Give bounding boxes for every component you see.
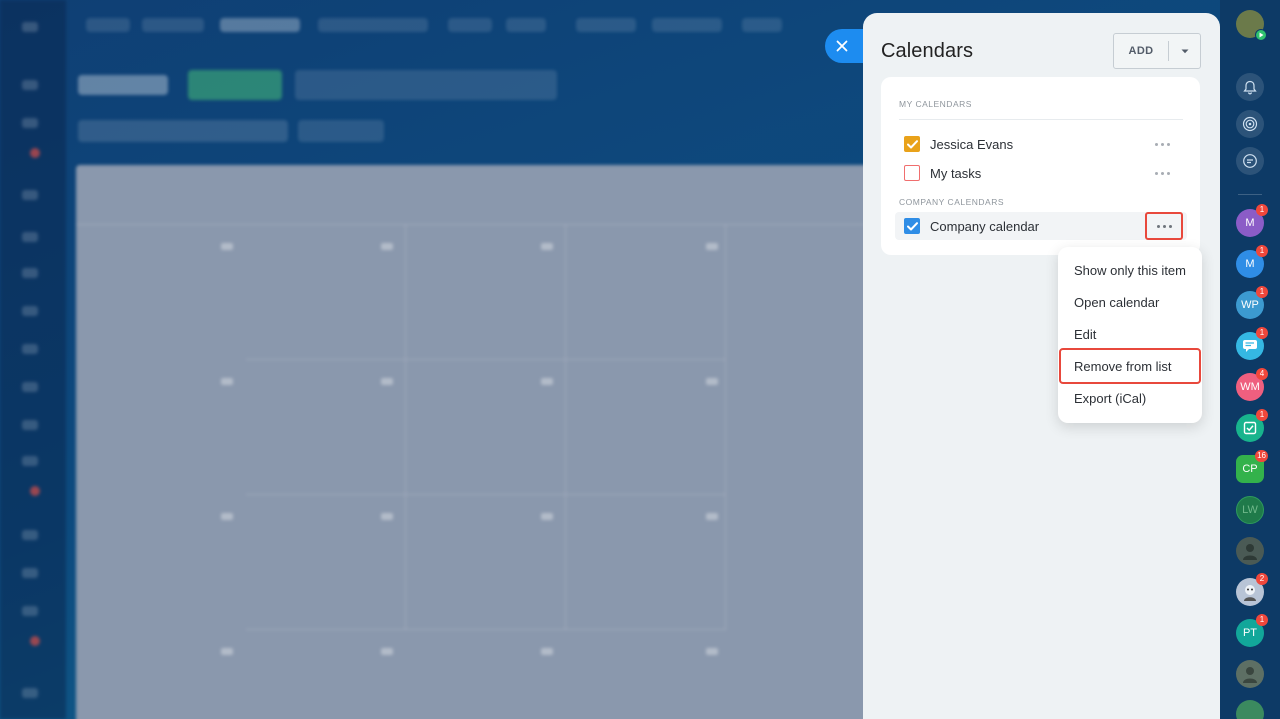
right-rail: M1 M1 WP 1 1 WM 4 1 CP 16 LW 2 PT 1 bbox=[1220, 0, 1280, 719]
contact-photo-avatar[interactable] bbox=[1236, 660, 1264, 688]
panel-title: Calendars bbox=[881, 40, 974, 62]
play-icon bbox=[1255, 29, 1267, 41]
calendars-list-card: MY CALENDARS Jessica Evans My tasks COMP… bbox=[881, 77, 1200, 255]
calendar-row-my-tasks[interactable]: My tasks bbox=[895, 159, 1187, 187]
checkbox-unchecked[interactable] bbox=[904, 165, 920, 181]
contact-avatar-partial[interactable] bbox=[1236, 700, 1264, 719]
background-sync-indicator bbox=[298, 120, 384, 142]
background-view-switcher bbox=[78, 120, 288, 142]
contact-avatar[interactable]: LW bbox=[1236, 496, 1264, 524]
user-photo-icon bbox=[1243, 667, 1257, 683]
checkbox-checked[interactable] bbox=[904, 136, 920, 152]
menu-item-show-only[interactable]: Show only this item bbox=[1074, 263, 1186, 278]
unread-badge: 1 bbox=[1256, 286, 1268, 298]
more-dots-icon bbox=[1154, 142, 1170, 146]
unread-badge: 1 bbox=[1256, 245, 1268, 257]
calendar-row-company-calendar[interactable]: Company calendar bbox=[895, 212, 1187, 240]
section-label-my-calendars: MY CALENDARS bbox=[899, 99, 972, 109]
checkmark-icon bbox=[906, 221, 918, 230]
more-options-button[interactable] bbox=[1145, 160, 1179, 186]
more-options-button[interactable] bbox=[1145, 131, 1179, 157]
unread-badge: 1 bbox=[1256, 327, 1268, 339]
user-avatar[interactable] bbox=[1236, 10, 1267, 41]
rail-divider bbox=[1238, 194, 1262, 195]
checkbox-checked[interactable] bbox=[904, 218, 920, 234]
background-calendar-grid bbox=[76, 165, 876, 719]
contact-avatar[interactable]: M1 bbox=[1236, 245, 1268, 278]
more-options-button-active[interactable] bbox=[1145, 212, 1183, 240]
add-button[interactable]: ADD bbox=[1114, 34, 1168, 68]
user-photo-icon bbox=[1244, 585, 1256, 601]
unread-badge: 2 bbox=[1256, 573, 1268, 585]
task-chat-avatar[interactable]: 1 bbox=[1236, 409, 1268, 442]
background-left-sidebar bbox=[0, 0, 66, 719]
calendar-row-jessica-evans[interactable]: Jessica Evans bbox=[895, 130, 1187, 158]
section-label-company-calendars: COMPANY CALENDARS bbox=[899, 197, 1005, 207]
contact-photo-avatar[interactable] bbox=[1236, 537, 1264, 565]
more-dots-icon bbox=[1154, 171, 1170, 175]
calendar-label: Company calendar bbox=[930, 218, 1040, 234]
section-divider bbox=[899, 119, 1183, 120]
background-page-title bbox=[78, 75, 168, 95]
calendar-context-menu: Show only this item Open calendar Edit R… bbox=[1058, 247, 1202, 423]
group-chat-avatar[interactable]: 1 bbox=[1236, 327, 1268, 360]
contact-avatar[interactable]: WM 4 bbox=[1236, 368, 1268, 401]
chat-icon bbox=[1243, 340, 1257, 352]
background-create-button bbox=[188, 70, 282, 100]
contact-avatar[interactable]: WP 1 bbox=[1236, 286, 1268, 319]
more-dots-icon bbox=[1156, 224, 1172, 228]
checkmark-icon bbox=[906, 139, 918, 148]
unread-badge: 16 bbox=[1255, 450, 1268, 462]
chat-search-icon[interactable] bbox=[1236, 147, 1264, 175]
contact-avatar[interactable]: CP 16 bbox=[1236, 450, 1268, 483]
task-icon bbox=[1243, 421, 1257, 435]
background-search-field bbox=[295, 70, 557, 100]
calendar-label: Jessica Evans bbox=[930, 136, 1014, 152]
add-dropdown-button[interactable] bbox=[1169, 34, 1200, 68]
notifications-bell-icon[interactable] bbox=[1236, 73, 1264, 101]
menu-item-edit[interactable]: Edit bbox=[1074, 327, 1096, 342]
menu-item-open-calendar[interactable]: Open calendar bbox=[1074, 295, 1159, 310]
background-top-navigation bbox=[66, 0, 866, 50]
activity-stream-icon[interactable] bbox=[1236, 110, 1264, 138]
unread-badge: 1 bbox=[1256, 204, 1268, 216]
unread-badge: 4 bbox=[1256, 368, 1268, 380]
caret-down-icon bbox=[1181, 49, 1188, 53]
unread-badge: 1 bbox=[1256, 614, 1268, 626]
contact-avatar[interactable]: M1 bbox=[1236, 204, 1268, 237]
menu-item-export-ical[interactable]: Export (iCal) bbox=[1074, 391, 1146, 406]
calendar-label: My tasks bbox=[930, 165, 982, 181]
user-photo-icon bbox=[1243, 544, 1257, 560]
menu-item-remove-from-list[interactable]: Remove from list bbox=[1074, 359, 1172, 374]
add-split-button: ADD bbox=[1113, 33, 1201, 69]
unread-badge: 1 bbox=[1256, 409, 1268, 421]
close-icon bbox=[836, 40, 848, 52]
contact-photo-avatar[interactable]: 2 bbox=[1236, 573, 1268, 606]
contact-avatar[interactable]: PT 1 bbox=[1236, 614, 1268, 647]
